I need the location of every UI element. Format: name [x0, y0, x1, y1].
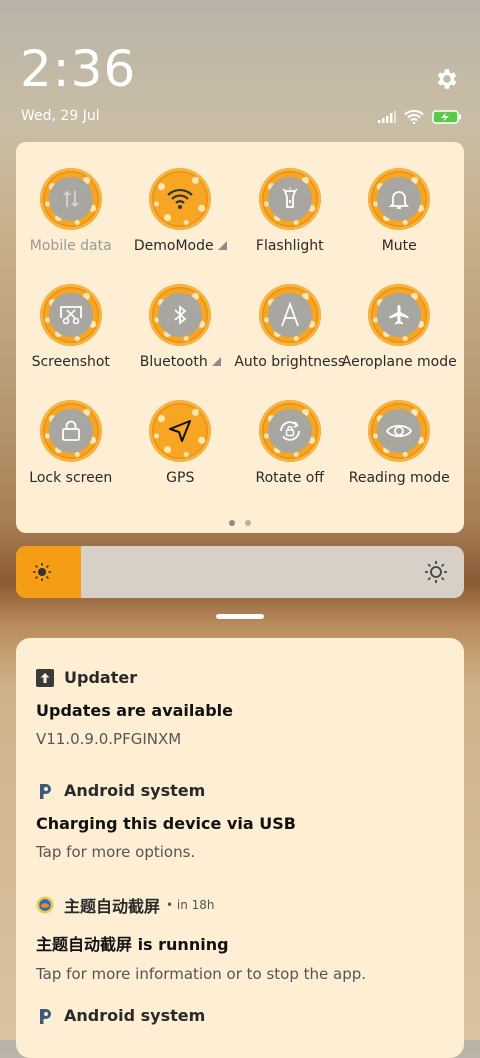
notification-android-system-2[interactable]: Android system — [36, 1006, 448, 1025]
notification-title: 主题自动截屏 is running — [36, 935, 229, 954]
notification-time: • in 18h — [166, 898, 215, 912]
tile-demo-mode[interactable]: DemoMode — [126, 168, 236, 254]
notification-app-name: Android system — [64, 781, 206, 800]
tile-gps[interactable]: GPS — [126, 400, 236, 486]
updater-icon — [36, 668, 54, 687]
notification-app-name: 主题自动截屏 — [64, 897, 161, 916]
expand-triangle-icon[interactable] — [211, 357, 221, 366]
brightness-slider[interactable] — [16, 546, 464, 598]
android-system-icon — [36, 782, 54, 800]
tile-label: Aeroplane mode — [341, 354, 457, 370]
tile-label: Mute — [381, 238, 417, 254]
tile-button[interactable] — [258, 168, 321, 230]
gps-icon — [169, 420, 192, 442]
tile-button[interactable] — [149, 284, 212, 346]
tile-label: Bluetooth — [140, 354, 221, 370]
tile-button[interactable] — [149, 400, 212, 462]
date: Wed, 29 Jul — [21, 108, 100, 124]
notification-body: Tap for more options. — [36, 843, 196, 861]
tile-rotate-off[interactable]: Rotate off — [235, 400, 345, 486]
tile-button[interactable] — [39, 284, 102, 346]
notification-theme-screenshot[interactable]: 主题自动截屏 • in 18h 主题自动截屏 is running Tap fo… — [36, 893, 448, 983]
tile-mobile-data[interactable]: Mobile data — [16, 168, 126, 254]
status-icons — [378, 110, 462, 124]
wifi-status-icon — [404, 110, 424, 124]
bell-icon — [389, 191, 410, 209]
notification-android-system[interactable]: Android system Charging this device via … — [36, 781, 448, 861]
theme-app-icon — [36, 896, 54, 914]
tile-lock-screen[interactable]: Lock screen — [16, 400, 126, 486]
notification-body: V11.0.9.0.PFGINXM — [36, 730, 182, 748]
auto-brightness-icon — [280, 302, 299, 327]
screenshot-icon — [59, 306, 82, 325]
lock-icon — [61, 420, 80, 441]
tile-label: Mobile data — [29, 238, 112, 254]
tile-button[interactable] — [39, 168, 102, 230]
bluetooth-icon — [174, 305, 187, 325]
notification-body: Tap for more information or to stop the … — [36, 965, 367, 983]
drag-handle[interactable] — [216, 614, 264, 619]
tile-label: Lock screen — [29, 470, 113, 486]
tile-label: Auto brightness — [234, 354, 346, 370]
wifi-icon — [167, 188, 194, 209]
notification-app-name: Android system — [64, 1006, 206, 1025]
tile-auto-brightness[interactable]: Auto brightness — [234, 284, 346, 370]
android-system-icon — [36, 1007, 54, 1025]
tile-label: GPS — [166, 470, 195, 486]
notification-app-name: Updater — [64, 668, 138, 687]
notification-header: Android system — [36, 781, 448, 800]
tile-flashlight[interactable]: Flashlight — [235, 168, 345, 254]
notification-title: Charging this device via USB — [36, 814, 296, 833]
brightness-low-icon — [33, 563, 51, 581]
notification-title: Updates are available — [36, 701, 233, 720]
tile-reading-mode[interactable]: Reading mode — [345, 400, 455, 486]
flashlight-icon — [282, 187, 298, 208]
mobile-data-icon — [63, 190, 79, 208]
tile-bluetooth[interactable]: Bluetooth — [126, 284, 236, 370]
tile-button[interactable] — [258, 284, 321, 346]
tile-label: Reading mode — [348, 470, 450, 486]
tile-label: Rotate off — [255, 470, 325, 486]
tile-button[interactable] — [368, 400, 431, 462]
signal-icon — [378, 111, 396, 123]
brightness-high-icon — [425, 561, 447, 583]
tile-button[interactable] — [368, 168, 431, 230]
rotate-lock-icon — [279, 421, 300, 441]
expand-triangle-icon[interactable] — [217, 241, 227, 250]
tile-button[interactable] — [368, 284, 431, 346]
notification-updater[interactable]: Updater Updates are available V11.0.9.0.… — [36, 668, 448, 748]
tile-button[interactable] — [39, 400, 102, 462]
tile-screenshot[interactable]: Screenshot — [16, 284, 126, 370]
page-dot-active[interactable] — [229, 520, 235, 526]
notification-header: Updater — [36, 668, 448, 687]
quick-settings-panel: Mobile data DemoMode Flashlight Mute Scr… — [16, 142, 464, 533]
settings-gear-icon[interactable] — [434, 66, 460, 92]
notification-header: Android system — [36, 1006, 448, 1025]
airplane-icon — [389, 305, 409, 325]
clock[interactable]: 2:36 — [20, 40, 136, 98]
quick-settings-grid: Mobile data DemoMode Flashlight Mute Scr… — [16, 168, 464, 486]
tile-aeroplane-mode[interactable]: Aeroplane mode — [341, 284, 457, 370]
tile-label: Flashlight — [255, 238, 324, 254]
tile-label: Screenshot — [31, 354, 110, 370]
page-dot[interactable] — [245, 520, 251, 526]
page-indicator — [16, 520, 464, 526]
battery-charging-icon — [432, 110, 461, 124]
tile-button[interactable] — [258, 400, 321, 462]
eye-icon — [386, 424, 413, 438]
tile-mute[interactable]: Mute — [345, 168, 455, 254]
tile-label: DemoMode — [134, 238, 227, 254]
notification-list: Updater Updates are available V11.0.9.0.… — [16, 638, 464, 1058]
tile-button[interactable] — [149, 168, 212, 230]
notification-header: 主题自动截屏 • in 18h — [36, 893, 448, 917]
